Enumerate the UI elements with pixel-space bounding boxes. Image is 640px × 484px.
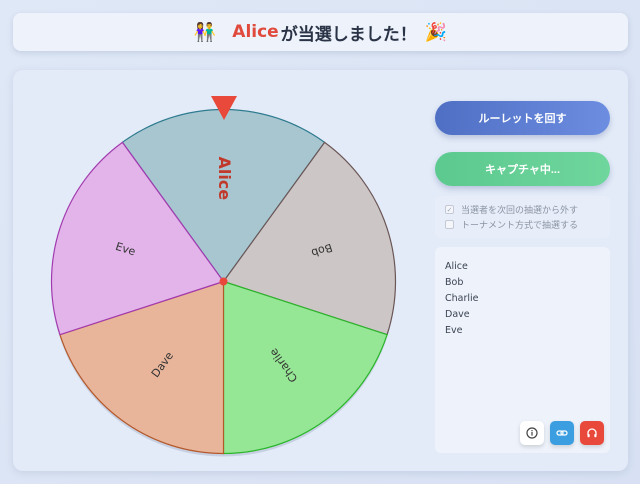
headphones-reset-icon	[587, 428, 597, 438]
share-link-button[interactable]	[550, 421, 574, 445]
winner-message: が当選しました！	[280, 24, 417, 45]
exclude-winner-checkbox[interactable]: ✓	[445, 205, 454, 214]
wheel-svg: AliceBobCharlieDaveEve	[50, 108, 397, 457]
exclude-winner-label: 当選者を次回の抽選から外す	[461, 206, 579, 216]
option-tournament[interactable]: トーナメント方式で抽選する	[445, 217, 600, 232]
reset-button[interactable]	[580, 421, 604, 445]
tournament-label: トーナメント方式で抽選する	[461, 221, 579, 231]
names-list-item: Dave	[445, 309, 470, 320]
option-exclude-winner[interactable]: ✓ 当選者を次回の抽選から外す	[445, 202, 600, 217]
wheel-hub	[219, 277, 228, 286]
names-list-item: Bob	[445, 277, 464, 288]
tournament-checkbox[interactable]	[445, 220, 454, 229]
winner-name: Alice	[232, 22, 279, 42]
info-button[interactable]	[520, 421, 544, 445]
roulette-wheel[interactable]: Alice Bob Charlie Dave Eve	[49, 107, 398, 457]
spin-button[interactable]: ルーレットを回す	[435, 101, 610, 135]
winner-banner: 👫 Alice が当選しました！ 🎉	[13, 13, 628, 51]
capture-button[interactable]: キャプチャ中...	[435, 152, 610, 186]
names-list-item: Charlie	[445, 293, 479, 304]
names-list-item: Alice	[445, 261, 468, 272]
wheel-pointer-icon	[211, 96, 237, 120]
options-box: ✓ 当選者を次回の抽選から外す トーナメント方式で抽選する	[435, 196, 610, 238]
names-list-item: Eve	[445, 325, 463, 336]
couple-emoji-icon: 👫	[193, 21, 217, 43]
party-popper-icon: 🎉	[424, 21, 448, 43]
link-icon	[556, 430, 568, 436]
wheel-segment-label: Alice	[215, 156, 234, 200]
info-icon	[526, 427, 538, 439]
